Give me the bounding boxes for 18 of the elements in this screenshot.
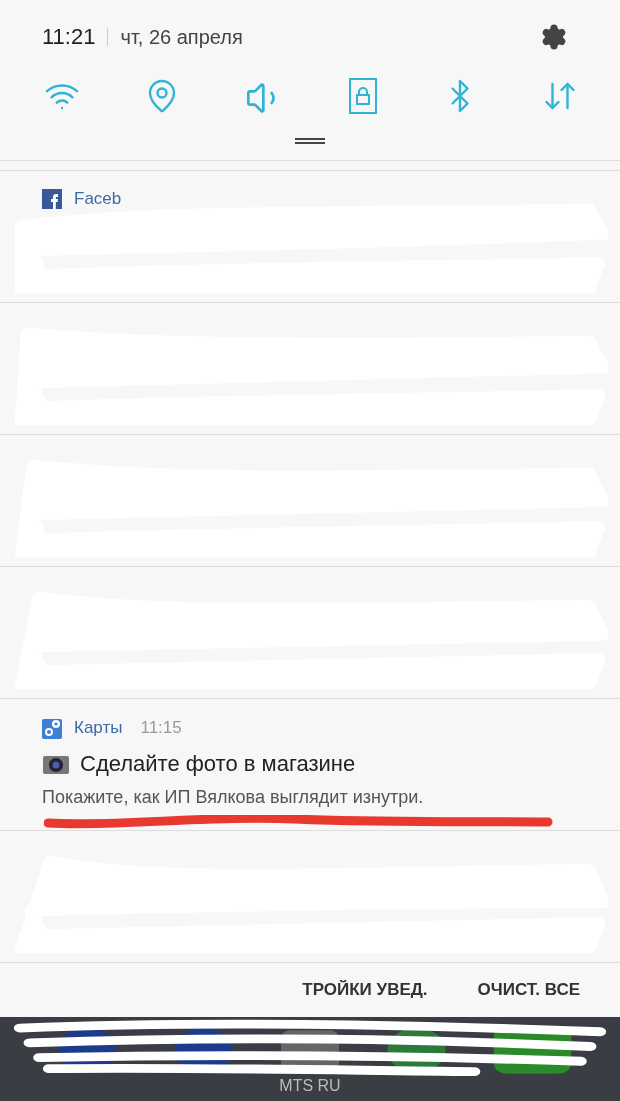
notification-title: Сделайте фото в магазине [80, 751, 356, 777]
settings-icon[interactable] [540, 23, 568, 51]
notification-card[interactable]: Faceb [0, 171, 620, 303]
drag-handle[interactable] [295, 138, 325, 144]
clock: 11:21 [42, 24, 96, 50]
action-button[interactable]: ОЧИСТ. ВСЕ [477, 976, 580, 1004]
notification-text: Покажите, как ИП Вялкова выглядит изнутри. [42, 787, 425, 808]
facebook-icon [42, 189, 62, 209]
lock-icon[interactable] [349, 78, 378, 114]
app-name: Карты [74, 718, 123, 738]
maps-icon [42, 717, 62, 739]
notification-card[interactable]: Карты 11:15 Сделайте фото в магазине Покажите, как ИП Вялкова выглядит изнутри. [0, 699, 620, 831]
notification-time: 11:15 [140, 718, 182, 738]
app-name: Faceb [74, 189, 122, 209]
carrier-name: MTS RU [279, 1077, 341, 1095]
date: чт, 26 апреля [120, 25, 244, 49]
action-button[interactable]: ТРОЙКИ УВЕД. [302, 976, 428, 1004]
camera-icon [42, 753, 70, 775]
